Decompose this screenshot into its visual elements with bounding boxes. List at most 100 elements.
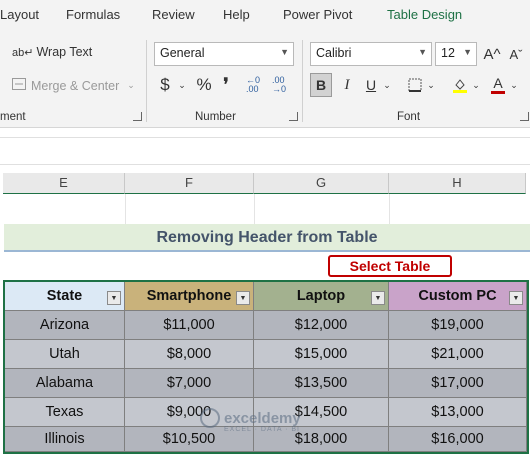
filter-dropdown-icon[interactable]: ▼ — [371, 291, 385, 305]
italic-button[interactable]: I — [337, 73, 357, 97]
merge-center-button[interactable]: Merge & Center ⌄ — [12, 78, 135, 93]
table-row: Illinois $10,500 $18,000 $16,000 — [5, 427, 527, 452]
merge-center-icon — [12, 78, 26, 93]
font-size-dropdown[interactable]: 12 ▼ — [435, 42, 477, 66]
table-row: Arizona $11,000 $12,000 $19,000 — [5, 311, 527, 340]
ribbon-tab-bar: Layout Formulas Review Help Power Pivot … — [0, 0, 530, 32]
tab-layout[interactable]: Layout — [0, 7, 39, 22]
decrease-decimal-button[interactable]: .00 →0 — [272, 73, 294, 97]
font-color-letter: A — [493, 74, 503, 91]
increase-decimal-icon: ←0 .00 — [246, 75, 261, 94]
ribbon-separator — [146, 40, 147, 122]
font-name-dropdown[interactable]: Calibri ▼ — [310, 42, 432, 66]
table-row: Alabama $7,000 $13,500 $17,000 — [5, 369, 527, 398]
table-cell-laptop[interactable]: $13,500 — [254, 369, 389, 398]
table-cell-smartphone[interactable]: $8,000 — [125, 340, 254, 369]
number-format-dropdown[interactable]: General ▼ — [154, 42, 294, 66]
decrease-decimal-icon: .00 →0 — [272, 75, 287, 94]
table-cell-state[interactable]: Illinois — [5, 427, 125, 452]
formula-bar[interactable] — [0, 137, 530, 165]
grow-font-button[interactable]: A^ — [482, 42, 502, 66]
table-cell-custom-pc[interactable]: $19,000 — [389, 311, 527, 340]
filter-dropdown-icon[interactable]: ▼ — [236, 291, 250, 305]
chevron-down-icon[interactable]: ⌄ — [176, 73, 188, 97]
alignment-dialog-launcher-icon[interactable] — [133, 112, 142, 121]
table-header-laptop[interactable]: Laptop ▼ — [254, 282, 389, 311]
table-header-custom-pc[interactable]: Custom PC ▼ — [389, 282, 527, 311]
font-color-button[interactable]: A — [488, 73, 508, 97]
chevron-down-icon: ▼ — [463, 47, 472, 57]
underline-button[interactable]: U — [361, 73, 381, 97]
sheet-title: Removing Header from Table — [4, 224, 530, 252]
wrap-text-button[interactable]: ab↵ Wrap Text — [12, 45, 92, 59]
borders-icon — [408, 78, 422, 92]
table-cell-custom-pc[interactable]: $17,000 — [389, 369, 527, 398]
header-label: Laptop — [296, 288, 346, 304]
table-header-state[interactable]: State ▼ — [5, 282, 125, 311]
select-table-callout: Select Table — [328, 255, 452, 277]
chevron-down-icon[interactable]: ⌄ — [425, 73, 437, 97]
comma-style-button[interactable]: ❜ — [218, 73, 234, 97]
data-table[interactable]: State ▼ Smartphone ▼ Laptop ▼ Custom PC … — [3, 280, 529, 454]
table-cell-custom-pc[interactable]: $21,000 — [389, 340, 527, 369]
wrap-text-icon: ab↵ — [12, 46, 34, 59]
chevron-down-icon[interactable]: ⌄ — [508, 73, 520, 97]
number-group-label: Number — [195, 111, 236, 123]
grid-line — [389, 194, 390, 224]
font-dialog-launcher-icon[interactable] — [520, 112, 529, 121]
table-cell-custom-pc[interactable]: $16,000 — [389, 427, 527, 452]
merge-center-label: Merge & Center — [31, 78, 120, 93]
table-cell-laptop[interactable]: $15,000 — [254, 340, 389, 369]
column-header-h[interactable]: H — [389, 173, 526, 194]
tab-table-design[interactable]: Table Design — [387, 7, 462, 22]
table-cell-laptop[interactable]: $12,000 — [254, 311, 389, 340]
currency-format-button[interactable]: $ — [154, 73, 176, 97]
table-cell-smartphone[interactable]: $7,000 — [125, 369, 254, 398]
table-cell-state[interactable]: Alabama — [5, 369, 125, 398]
chevron-down-icon: ⌄ — [127, 80, 135, 90]
table-cell-state[interactable]: Texas — [5, 398, 125, 427]
tab-review[interactable]: Review — [152, 7, 195, 22]
header-label: State — [46, 288, 83, 304]
table-row: Texas $9,000 $14,500 $13,000 — [5, 398, 527, 427]
font-name-value: Calibri — [316, 46, 352, 60]
shrink-font-button[interactable]: Aˇ — [506, 42, 526, 66]
increase-decimal-button[interactable]: ←0 .00 — [246, 73, 268, 97]
table-cell-state[interactable]: Utah — [5, 340, 125, 369]
chevron-down-icon[interactable]: ⌄ — [470, 73, 482, 97]
table-cell-smartphone[interactable]: $10,500 — [125, 427, 254, 452]
column-header-f[interactable]: F — [125, 173, 254, 194]
tab-help[interactable]: Help — [223, 7, 250, 22]
filter-dropdown-icon[interactable]: ▼ — [509, 291, 523, 305]
ribbon-separator — [302, 40, 303, 122]
table-cell-state[interactable]: Arizona — [5, 311, 125, 340]
tab-formulas[interactable]: Formulas — [66, 7, 120, 22]
filter-dropdown-icon[interactable]: ▼ — [107, 291, 121, 305]
table-cell-custom-pc[interactable]: $13,000 — [389, 398, 527, 427]
table-cell-smartphone[interactable]: $11,000 — [125, 311, 254, 340]
table-cell-laptop[interactable]: $18,000 — [254, 427, 389, 452]
chevron-down-icon[interactable]: ⌄ — [381, 73, 393, 97]
wrap-text-label: Wrap Text — [36, 45, 93, 59]
alignment-group-label: ment — [0, 111, 26, 123]
table-cell-laptop[interactable]: $14,500 — [254, 398, 389, 427]
number-format-value: General — [160, 46, 205, 60]
percent-style-button[interactable]: % — [193, 73, 215, 97]
column-header-g[interactable]: G — [254, 173, 389, 194]
fill-color-button[interactable] — [450, 73, 470, 97]
table-row: Utah $8,000 $15,000 $21,000 — [5, 340, 527, 369]
grid-line — [254, 194, 255, 224]
borders-button[interactable] — [405, 73, 425, 97]
column-header-e[interactable]: E — [3, 173, 125, 194]
header-label: Smartphone — [146, 288, 232, 304]
grid-line — [125, 194, 126, 224]
table-cell-smartphone[interactable]: $9,000 — [125, 398, 254, 427]
number-dialog-launcher-icon[interactable] — [289, 112, 298, 121]
font-color-swatch — [491, 90, 505, 94]
table-header-smartphone[interactable]: Smartphone ▼ — [125, 282, 254, 311]
font-size-value: 12 — [441, 46, 455, 60]
chevron-down-icon: ▼ — [280, 47, 289, 57]
tab-power-pivot[interactable]: Power Pivot — [283, 7, 352, 22]
bold-button[interactable]: B — [310, 73, 332, 97]
chevron-down-icon: ▼ — [418, 47, 427, 57]
